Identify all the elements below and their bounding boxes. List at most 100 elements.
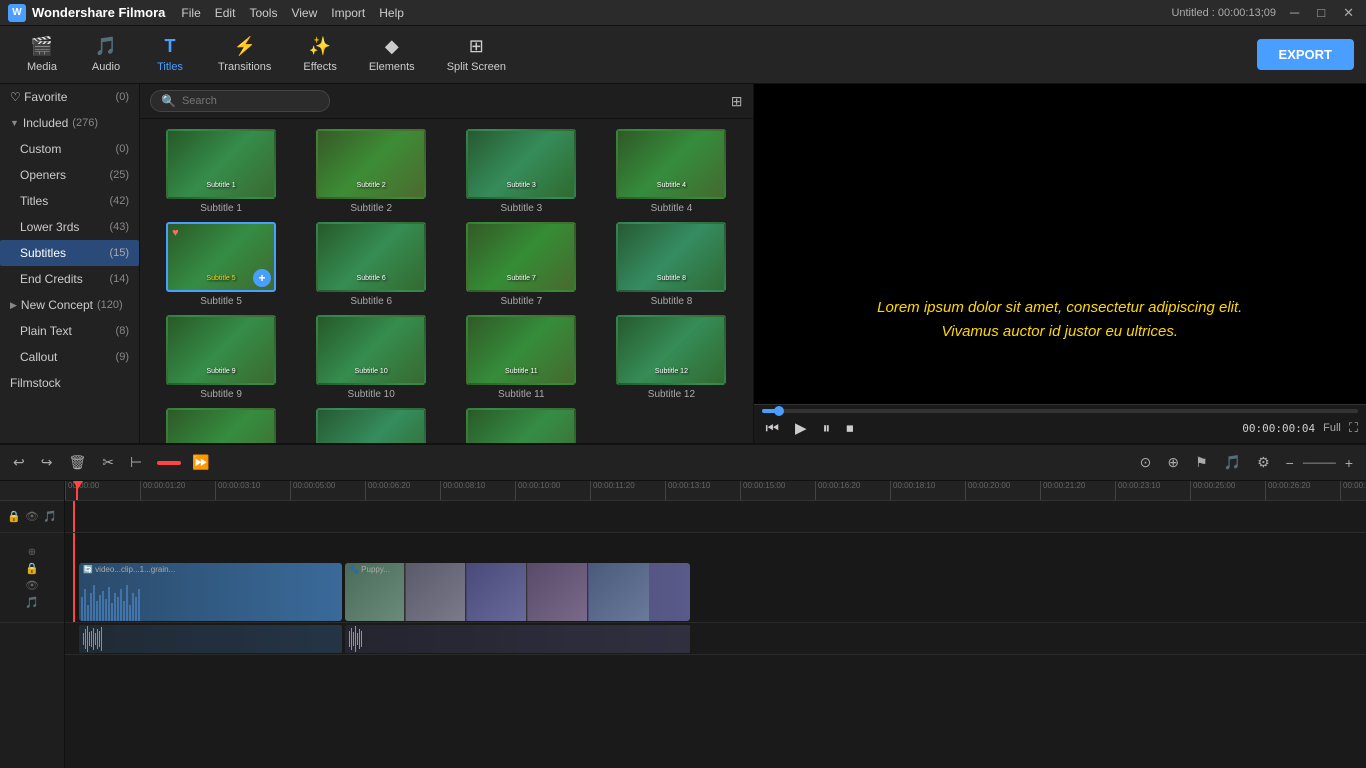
track2-expand-icon[interactable]: ⊕ bbox=[28, 547, 36, 558]
tool-audio[interactable]: 🎵 Audio bbox=[76, 32, 136, 77]
delete-button[interactable]: 🗑 bbox=[63, 451, 91, 474]
thumb-item-15[interactable]: Subtitle 15Subtitle 15 bbox=[450, 408, 592, 443]
audio-clip-1[interactable] bbox=[79, 625, 342, 653]
subtitle-text-7: Subtitle 7 bbox=[468, 275, 574, 282]
quality-selector[interactable]: Full bbox=[1323, 422, 1341, 434]
search-box[interactable]: 🔍 bbox=[150, 90, 330, 112]
chevron-right-icon: ▶ bbox=[10, 300, 17, 311]
stop-button[interactable]: ⏹ bbox=[842, 418, 858, 439]
ruler-mark: 00:00:28:10 bbox=[1340, 481, 1366, 500]
menu-help[interactable]: Help bbox=[379, 6, 404, 20]
play-button[interactable]: ▶ bbox=[791, 417, 811, 439]
fullscreen-icon[interactable]: ⛶ bbox=[1349, 420, 1358, 436]
thumb-item-4[interactable]: Subtitle 4Subtitle 4 bbox=[600, 129, 742, 214]
menu-view[interactable]: View bbox=[291, 6, 317, 20]
snap-button[interactable]: ⊙ bbox=[1135, 451, 1157, 474]
sidebar-item-plaintext[interactable]: Plain Text (8) bbox=[0, 318, 139, 344]
export-button[interactable]: EXPORT bbox=[1257, 39, 1354, 70]
track-audio-icon[interactable]: 🎵 bbox=[43, 510, 57, 523]
timeline-toolbar: ↩ ↪ 🗑 ✂ ⊢ ⏩ ⊙ ⊕ ⚑ 🎵 ⚙ − ——— + bbox=[0, 445, 1366, 481]
thumb-item-13[interactable]: Subtitle 13Subtitle 13 bbox=[150, 408, 292, 443]
timeline-area: ↩ ↪ 🗑 ✂ ⊢ ⏩ ⊙ ⊕ ⚑ 🎵 ⚙ − ——— + 🔒 👁 🎵 bbox=[0, 443, 1366, 768]
ruler-mark: 00:00:11:20 bbox=[590, 481, 665, 500]
sidebar-item-openers[interactable]: Openers (25) bbox=[0, 162, 139, 188]
ruler-mark: 00:00:26:20 bbox=[1265, 481, 1340, 500]
track2-eye-icon[interactable]: 👁 bbox=[25, 579, 39, 592]
zoom-out-button[interactable]: − bbox=[1281, 452, 1299, 474]
thumb-item-9[interactable]: Subtitle 9Subtitle 9 bbox=[150, 315, 292, 400]
sidebar-item-included[interactable]: ▼ Included (276) bbox=[0, 110, 139, 136]
ruler-mark: 00:00:21:20 bbox=[1040, 481, 1115, 500]
thumb-item-5[interactable]: ♥Subtitle 5+Subtitle 5 bbox=[150, 222, 292, 307]
search-input[interactable] bbox=[182, 95, 302, 107]
track-eye-icon[interactable]: 👁 bbox=[25, 510, 39, 523]
sidebar-item-newconcept[interactable]: ▶ New Concept (120) bbox=[0, 292, 139, 318]
thumb-item-6[interactable]: Subtitle 6Subtitle 6 bbox=[300, 222, 442, 307]
split-button[interactable]: ⊢ bbox=[125, 451, 147, 474]
thumb-item-11[interactable]: Subtitle 11Subtitle 11 bbox=[450, 315, 592, 400]
thumb-item-8[interactable]: Subtitle 8Subtitle 8 bbox=[600, 222, 742, 307]
sidebar-item-titles[interactable]: Titles (42) bbox=[0, 188, 139, 214]
preview-controls: ⏮ ▶ ⏸ ⏹ 00:00:00:04 Full ⛶ bbox=[754, 404, 1366, 443]
magnet-button[interactable]: ⊕ bbox=[1162, 451, 1184, 474]
audio-clip-2[interactable] bbox=[345, 625, 690, 653]
sidebar-item-callout[interactable]: Callout (9) bbox=[0, 344, 139, 370]
sidebar-item-lower3rds[interactable]: Lower 3rds (43) bbox=[0, 214, 139, 240]
track2-lock-icon[interactable]: 🔒 bbox=[25, 562, 39, 575]
tool-effects[interactable]: ✨ Effects bbox=[289, 32, 350, 77]
video-clip-2[interactable]: 🐾 Puppy... bbox=[345, 563, 690, 621]
clip1-label: 🔄 video...clip...1...grain... bbox=[83, 565, 175, 574]
tool-titles[interactable]: T Titles bbox=[140, 32, 200, 77]
subtitle-text-10: Subtitle 10 bbox=[318, 368, 424, 375]
grid-view-icon[interactable]: ⊞ bbox=[731, 93, 743, 110]
undo-button[interactable]: ↩ bbox=[8, 451, 30, 474]
thumb-item-1[interactable]: Subtitle 1Subtitle 1 bbox=[150, 129, 292, 214]
track-lock-icon[interactable]: 🔒 bbox=[7, 510, 21, 523]
progress-bar[interactable] bbox=[762, 409, 1359, 413]
menu-import[interactable]: Import bbox=[331, 6, 365, 20]
sidebar-item-favorite[interactable]: ♡ Favorite (0) bbox=[0, 84, 139, 110]
effects-icon: ✨ bbox=[309, 36, 331, 57]
audio-waveform bbox=[79, 625, 342, 653]
sidebar-item-endcredits[interactable]: End Credits (14) bbox=[0, 266, 139, 292]
menu-file[interactable]: File bbox=[181, 6, 200, 20]
audio-button[interactable]: 🎵 bbox=[1219, 451, 1246, 474]
sidebar-item-subtitles[interactable]: Subtitles (15) bbox=[0, 240, 139, 266]
marker-button[interactable]: ⚑ bbox=[1190, 451, 1213, 474]
video-clip-1[interactable]: 🔄 video...clip...1...grain... bbox=[79, 563, 342, 621]
thumb-item-2[interactable]: Subtitle 2Subtitle 2 bbox=[300, 129, 442, 214]
tool-elements[interactable]: ◆ Elements bbox=[355, 32, 429, 77]
subtitle-text-11: Subtitle 11 bbox=[468, 368, 574, 375]
cut-button[interactable]: ✂ bbox=[97, 451, 119, 474]
zoom-control: − ——— + bbox=[1281, 452, 1358, 474]
speed-button[interactable]: ⏩ bbox=[187, 451, 214, 474]
pause-button[interactable]: ⏸ bbox=[819, 418, 835, 439]
track2-audio-icon[interactable]: 🎵 bbox=[25, 596, 39, 609]
tool-media[interactable]: 🎬 Media bbox=[12, 32, 72, 77]
progress-handle[interactable] bbox=[774, 406, 784, 416]
step-back-button[interactable]: ⏮ bbox=[762, 418, 784, 439]
maximize-button[interactable]: □ bbox=[1313, 5, 1329, 20]
ruler-mark: 00:00:15:00 bbox=[740, 481, 815, 500]
zoom-in-button[interactable]: + bbox=[1340, 452, 1358, 474]
thumb-item-10[interactable]: Subtitle 10Subtitle 10 bbox=[300, 315, 442, 400]
redo-button[interactable]: ↪ bbox=[36, 451, 58, 474]
add-to-timeline-icon[interactable]: + bbox=[253, 269, 271, 287]
minimize-button[interactable]: ─ bbox=[1286, 5, 1303, 20]
close-button[interactable]: ✕ bbox=[1339, 5, 1358, 21]
thumb-item-12[interactable]: Subtitle 12Subtitle 12 bbox=[600, 315, 742, 400]
sidebar-item-filmstock[interactable]: Filmstock bbox=[0, 370, 139, 396]
elements-label: Elements bbox=[369, 61, 415, 73]
tool-splitscreen[interactable]: ⊞ Split Screen bbox=[433, 32, 520, 77]
playhead-track1 bbox=[73, 501, 75, 532]
settings-button[interactable]: ⚙ bbox=[1252, 451, 1275, 474]
tool-transitions[interactable]: ⚡ Transitions bbox=[204, 32, 285, 77]
thumb-item-14[interactable]: Subtitle 14Subtitle 14 bbox=[300, 408, 442, 443]
thumb-item-7[interactable]: Subtitle 7Subtitle 7 bbox=[450, 222, 592, 307]
sidebar-item-custom[interactable]: Custom (0) bbox=[0, 136, 139, 162]
thumb-item-3[interactable]: Subtitle 3Subtitle 3 bbox=[450, 129, 592, 214]
menu-tools[interactable]: Tools bbox=[249, 6, 277, 20]
subtitle-text-9: Subtitle 9 bbox=[168, 368, 274, 375]
menu-edit[interactable]: Edit bbox=[215, 6, 236, 20]
splitscreen-label: Split Screen bbox=[447, 61, 506, 73]
